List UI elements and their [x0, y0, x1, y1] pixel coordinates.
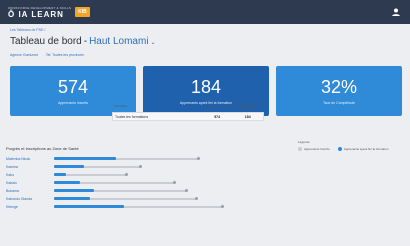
kpi-label: Apprenants Inscrits — [58, 101, 88, 105]
page-title: Tableau de bord — [10, 36, 82, 47]
bar-label[interactable]: Kabalo — [6, 180, 50, 186]
bar-label[interactable]: Kabondo Dianda — [6, 196, 50, 202]
bar-label[interactable]: Bukama — [6, 188, 50, 194]
chevron-down-icon[interactable]: ⌄ — [151, 39, 156, 46]
kpi-value: 32% — [320, 77, 358, 97]
bar-completed — [54, 205, 124, 208]
chart-row: Kabondo Dianda — [6, 196, 306, 202]
bar-completed — [54, 157, 116, 160]
column-header: Formation — [114, 104, 128, 108]
chart-row: Kamina — [6, 164, 306, 170]
table-cell: Toutes les formations — [115, 114, 149, 119]
chart-legend: Légende Apprenants Inscrits Apprenants a… — [298, 140, 388, 151]
table-row: Toutes les formations 574 184 — [112, 112, 264, 121]
table-cell: 574 — [214, 114, 221, 119]
bar-end-marker — [195, 197, 198, 200]
logo-badge: KIB — [75, 7, 90, 17]
column-header: Apprenants Inscrits — [204, 104, 231, 108]
legend-label: Apprenants Inscrits — [304, 147, 330, 151]
bar-end-marker — [221, 205, 224, 208]
title-separator: - — [83, 36, 88, 47]
legend-title: Légende — [298, 140, 310, 144]
legend-swatch — [337, 147, 342, 151]
breadcrumb[interactable]: Les Tableaux de PSE / — [10, 28, 402, 34]
summary-table: Formation Apprenants Inscrits Apprenants… — [112, 100, 264, 128]
bar-label[interactable]: Kamina — [6, 164, 50, 170]
top-navbar: WORKFORCE DEVELOPMENT & SKILLS Ô IA LEAR… — [0, 0, 410, 24]
bar-end-marker — [173, 181, 176, 184]
legend-item: Apprenants Inscrits — [298, 147, 330, 151]
bar-end-marker — [185, 189, 188, 192]
bar-completed — [54, 181, 80, 184]
region-selector[interactable]: Haut Lomami — [89, 36, 148, 47]
bar-label[interactable]: Kitenge — [6, 204, 50, 210]
bar-end-marker — [139, 165, 142, 168]
logo[interactable]: WORKFORCE DEVELOPMENT & SKILLS Ô IA LEAR… — [8, 6, 71, 19]
kpi-value: 184 — [190, 77, 222, 97]
bar-label[interactable]: Kabo — [6, 172, 50, 178]
kpi-label: Taux de Complétude — [322, 101, 356, 105]
filters-bar: Agence Gomizont Tel: Toutes les province… — [10, 53, 402, 61]
bar-end-marker — [197, 157, 200, 160]
app-shell: WORKFORCE DEVELOPMENT & SKILLS Ô IA LEAR… — [0, 0, 410, 246]
kpi-value: 574 — [57, 77, 89, 97]
table-header: Formation Apprenants Inscrits Apprenants… — [112, 100, 264, 112]
bar-completed — [54, 173, 66, 176]
filter-agency[interactable]: Agence Gomizont — [10, 53, 38, 61]
chart-row: Kitenge — [6, 204, 306, 210]
legend-items: Apprenants Inscrits Apprenants ayant fin… — [298, 147, 388, 151]
column-header: Apprenants ayant fini la formation — [234, 102, 263, 110]
bar-completed — [54, 189, 94, 192]
bar-completed — [54, 165, 84, 168]
bar-end-marker — [125, 173, 128, 176]
logo-text: Ô IA LEARN — [8, 9, 64, 19]
progress-section-title: Progrès et Inscriptions au Zone de Santé — [6, 146, 79, 151]
legend-item: Apprenants ayant fini la formation — [337, 147, 389, 151]
legend-label: Apprenants ayant fini la formation — [343, 147, 389, 151]
bar-completed — [54, 197, 90, 200]
bar-label[interactable]: Malemba Nkulu — [6, 156, 50, 162]
chart-row: Malemba Nkulu — [6, 156, 306, 162]
chart-row: Kabalo — [6, 180, 306, 186]
user-menu-icon[interactable] — [390, 6, 402, 18]
legend-swatch — [298, 147, 302, 151]
chart-row: Kabo — [6, 172, 306, 178]
page-title-row: Tableau de bord - Haut Lomami ⌄ — [10, 36, 402, 50]
kpi-completion-rate: 32% Taux de Complétude — [276, 66, 402, 116]
progress-bar-chart: Malemba Nkulu Kamina Kabo Kabalo Bukama Kabon… — [6, 156, 306, 216]
chart-row: Bukama — [6, 188, 306, 194]
filter-province[interactable]: Tel: Toutes les provinces — [46, 53, 84, 61]
table-cell: 184 — [244, 114, 251, 119]
